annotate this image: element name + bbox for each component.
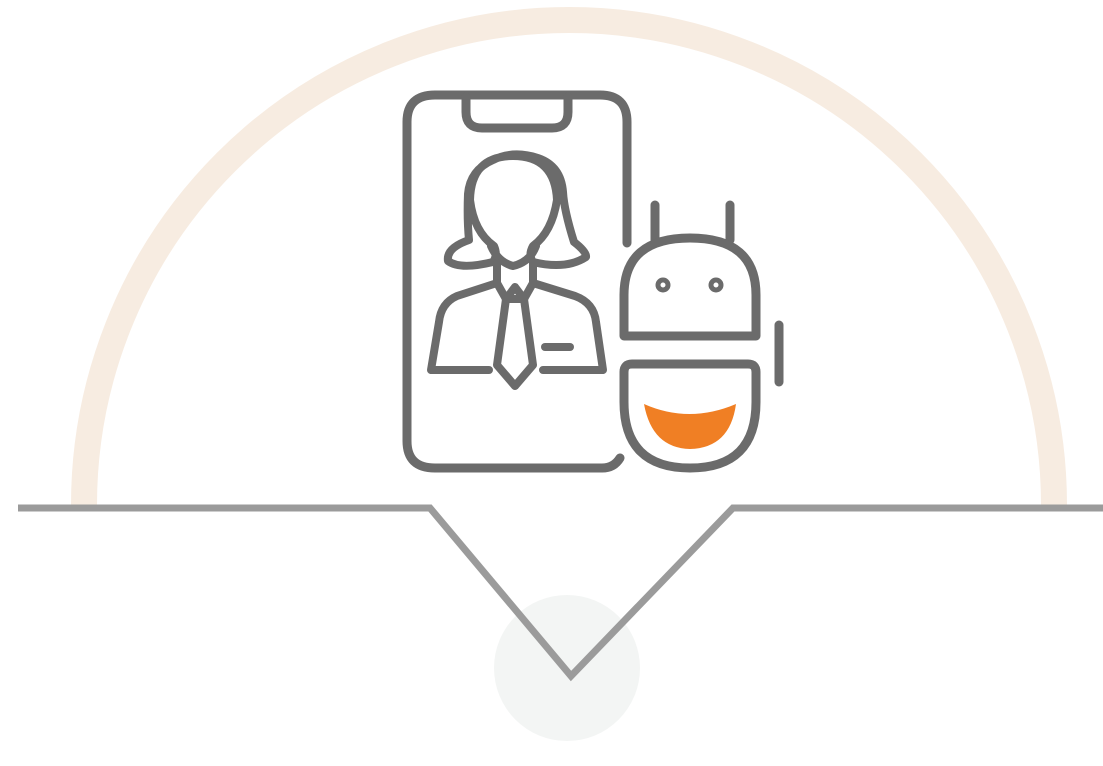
phone-notch [461, 92, 573, 133]
agent-tie [493, 295, 537, 390]
agent-hair [443, 150, 591, 270]
robot-eye-right [708, 277, 724, 293]
illustration-stage [0, 0, 1103, 766]
robot-mouth [644, 404, 736, 449]
phone-with-agent-and-chatbot-icon [402, 90, 784, 473]
agent-body [427, 279, 501, 374]
robot-eye-left [655, 277, 671, 293]
woman-agent-icon [427, 150, 607, 390]
robot-head [619, 233, 761, 341]
